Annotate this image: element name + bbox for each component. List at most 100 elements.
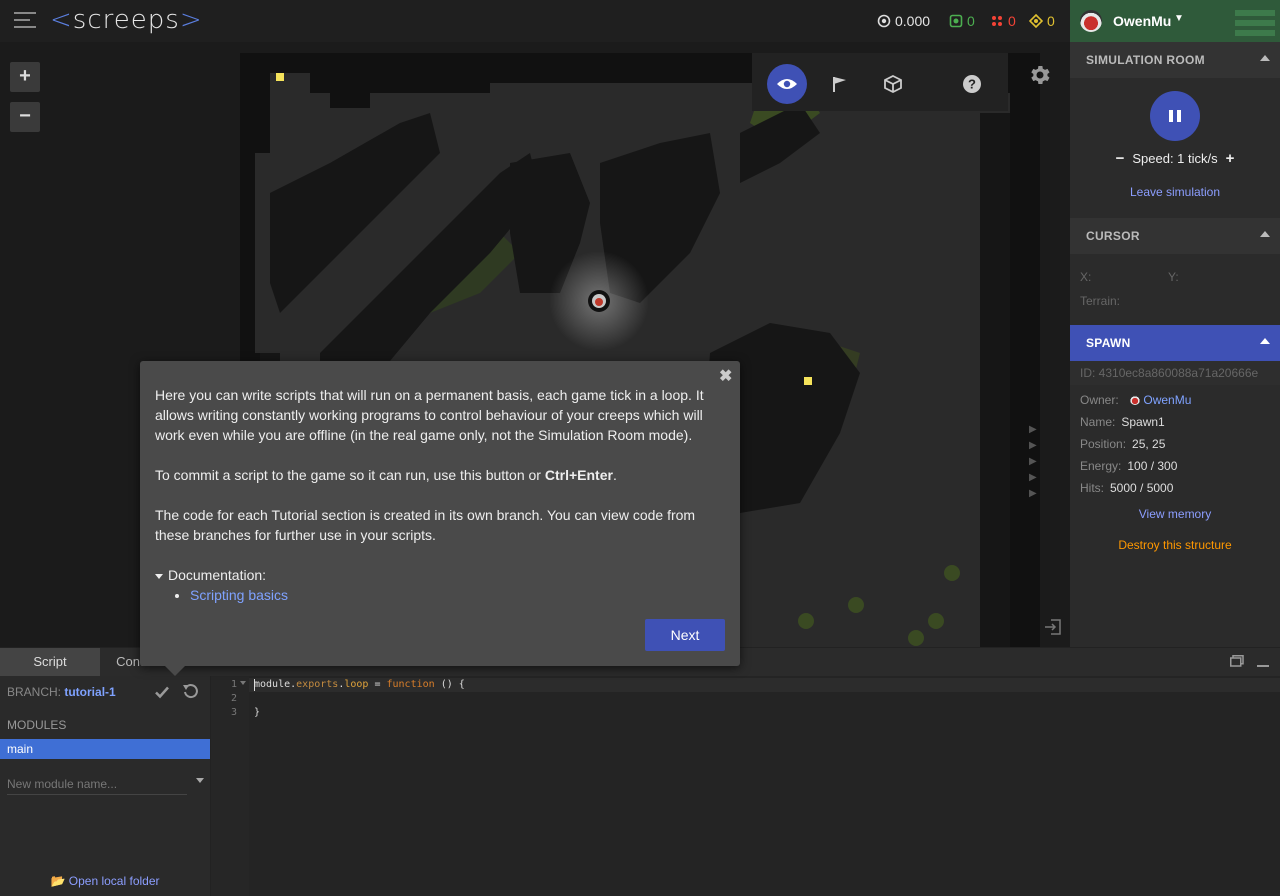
simulation-room-header[interactable]: SIMULATION ROOM (1070, 42, 1280, 78)
scroll-arrow-icon: ▶ (1029, 472, 1037, 483)
popup-pointer (165, 666, 185, 676)
branch-name: tutorial-1 (64, 685, 116, 699)
spawn-name: Spawn1 (1121, 415, 1165, 429)
scroll-arrow-icon: ▶ (1029, 424, 1037, 435)
gear-icon[interactable] (1028, 63, 1052, 87)
tutorial-text: Here you can write scripts that will run… (155, 385, 730, 605)
spawn-hits-row: Hits: 5000 / 5000 (1080, 481, 1174, 495)
spawn-position: 25, 25 (1132, 437, 1166, 451)
minimize-icon[interactable] (1257, 665, 1269, 667)
module-item-main[interactable]: main (0, 739, 210, 759)
zoom-in-button[interactable]: + (10, 62, 40, 92)
power-stat[interactable]: 0 (990, 13, 1016, 29)
zoom-out-button[interactable]: − (10, 102, 40, 132)
spawn-header[interactable]: SPAWN (1070, 325, 1280, 361)
menu-icon[interactable] (14, 12, 38, 30)
line-number: 1 (230, 679, 237, 690)
chevron-down-icon[interactable] (196, 778, 204, 783)
right-panel: SIMULATION ROOM − Speed: 1 tick/s + Leave … (1070, 42, 1280, 647)
gcl-icon (949, 14, 963, 28)
destroy-structure-link[interactable]: Destroy this structure (1070, 538, 1280, 552)
spawn-position-row: Position: 25, 25 (1080, 437, 1166, 451)
tutorial-paragraph: The code for each Tutorial section is cr… (155, 507, 696, 543)
pause-button[interactable] (1150, 91, 1200, 141)
revert-icon[interactable] (182, 683, 198, 699)
spawn-structure (588, 290, 610, 312)
code-editor[interactable]: 1 2 3 module.exports.loop = function () … (211, 676, 1280, 896)
collapse-icon (1260, 338, 1270, 344)
scroll-arrow-icon: ▶ (1029, 488, 1037, 499)
spawn-energy: 100 / 300 (1127, 459, 1178, 473)
fold-icon[interactable] (240, 681, 246, 685)
cursor-x-label: X: (1080, 270, 1092, 284)
tab-script[interactable]: Script (0, 648, 100, 676)
tutorial-popup: ✖ Here you can write scripts that will r… (140, 361, 740, 676)
cursor-header[interactable]: CURSOR (1070, 218, 1280, 254)
speed-increase-button[interactable]: + (1218, 150, 1243, 167)
documentation-list: Scripting basics (155, 585, 730, 605)
script-sidebar: BRANCH: tutorial-1 MODULES main 📂 Open l… (0, 676, 211, 896)
credits-stat[interactable]: 0 (1029, 13, 1055, 29)
close-icon[interactable]: ✖ (719, 367, 732, 387)
spawn-title: SPAWN (1086, 336, 1131, 350)
credits-icon (1029, 14, 1043, 28)
spawn-id: ID: 4310ec8a860088a71a20666e (1070, 361, 1280, 385)
help-icon[interactable]: ? (952, 64, 992, 104)
power-icon (992, 16, 1002, 26)
editor-gutter: 1 2 3 (211, 676, 249, 896)
owner-avatar (1130, 395, 1141, 405)
caret-down-icon (155, 573, 163, 579)
view-icon[interactable] (767, 64, 807, 104)
top-bar: <screeps> 0.000 0 0 0 OwenMu ▼ (0, 0, 1280, 43)
svg-text:?: ? (968, 77, 976, 92)
speed-decrease-button[interactable]: − (1108, 150, 1133, 167)
modules-title: MODULES (7, 718, 67, 732)
folder-icon: 📂 (50, 874, 66, 888)
cpu-value: 0.000 (895, 13, 931, 29)
collapse-icon (1260, 55, 1270, 61)
branch-selector[interactable]: BRANCH: tutorial-1 (7, 685, 116, 699)
open-local-folder-button[interactable]: 📂 Open local folder (0, 874, 210, 888)
user-menu[interactable]: OwenMu ▼ (1070, 0, 1280, 42)
scripting-basics-link[interactable]: Scripting basics (190, 587, 288, 603)
next-button[interactable]: Next (645, 619, 725, 651)
owner-link[interactable]: OwenMu (1143, 393, 1191, 407)
cpu-stat[interactable]: 0.000 (877, 13, 930, 29)
gcl-value: 0 (967, 13, 975, 29)
collapse-icon (1260, 231, 1270, 237)
list-item: Scripting basics (190, 585, 730, 605)
code-line: module.exports.loop = function () { (254, 679, 465, 690)
new-module-input[interactable] (7, 774, 187, 795)
flag-icon[interactable] (820, 64, 860, 104)
leave-simulation-link[interactable]: Leave simulation (1070, 185, 1280, 199)
scroll-arrow-icon: ▶ (1029, 440, 1037, 451)
line-number: 2 (230, 693, 237, 704)
scroll-arrow-icon: ▶ (1029, 456, 1037, 467)
text-cursor (254, 679, 255, 691)
cursor-terrain-label: Terrain: (1080, 294, 1121, 308)
tutorial-paragraph: To commit a script to the game so it can… (155, 467, 617, 483)
gcl-stat[interactable]: 0 (949, 13, 975, 29)
speed-control: − Speed: 1 tick/s + (1070, 150, 1280, 167)
avatar (1080, 10, 1102, 32)
spawn-name-row: Name: Spawn1 (1080, 415, 1165, 429)
username: OwenMu (1113, 13, 1172, 29)
cube-icon[interactable] (873, 64, 913, 104)
credits-value: 0 (1047, 13, 1055, 29)
exit-room-icon[interactable] (1044, 618, 1062, 636)
view-memory-link[interactable]: View memory (1070, 507, 1280, 521)
speed-label: Speed: 1 tick/s (1132, 151, 1218, 166)
cpu-icon (877, 14, 891, 28)
documentation-toggle[interactable]: Documentation: (155, 565, 730, 585)
restore-window-icon[interactable] (1230, 655, 1244, 667)
screeps-logo[interactable]: <screeps> (50, 5, 203, 35)
tutorial-paragraph: Here you can write scripts that will run… (155, 387, 704, 443)
spawn-hits: 5000 / 5000 (1110, 481, 1174, 495)
user-panel-bars (1235, 10, 1275, 40)
simulation-room-title: SIMULATION ROOM (1086, 53, 1205, 67)
commit-check-icon[interactable] (154, 684, 170, 700)
line-number: 3 (230, 707, 237, 718)
spawn-owner-row: Owner: OwenMu (1080, 393, 1192, 407)
cursor-title: CURSOR (1086, 229, 1140, 243)
spawn-energy-row: Energy: 100 / 300 (1080, 459, 1178, 473)
